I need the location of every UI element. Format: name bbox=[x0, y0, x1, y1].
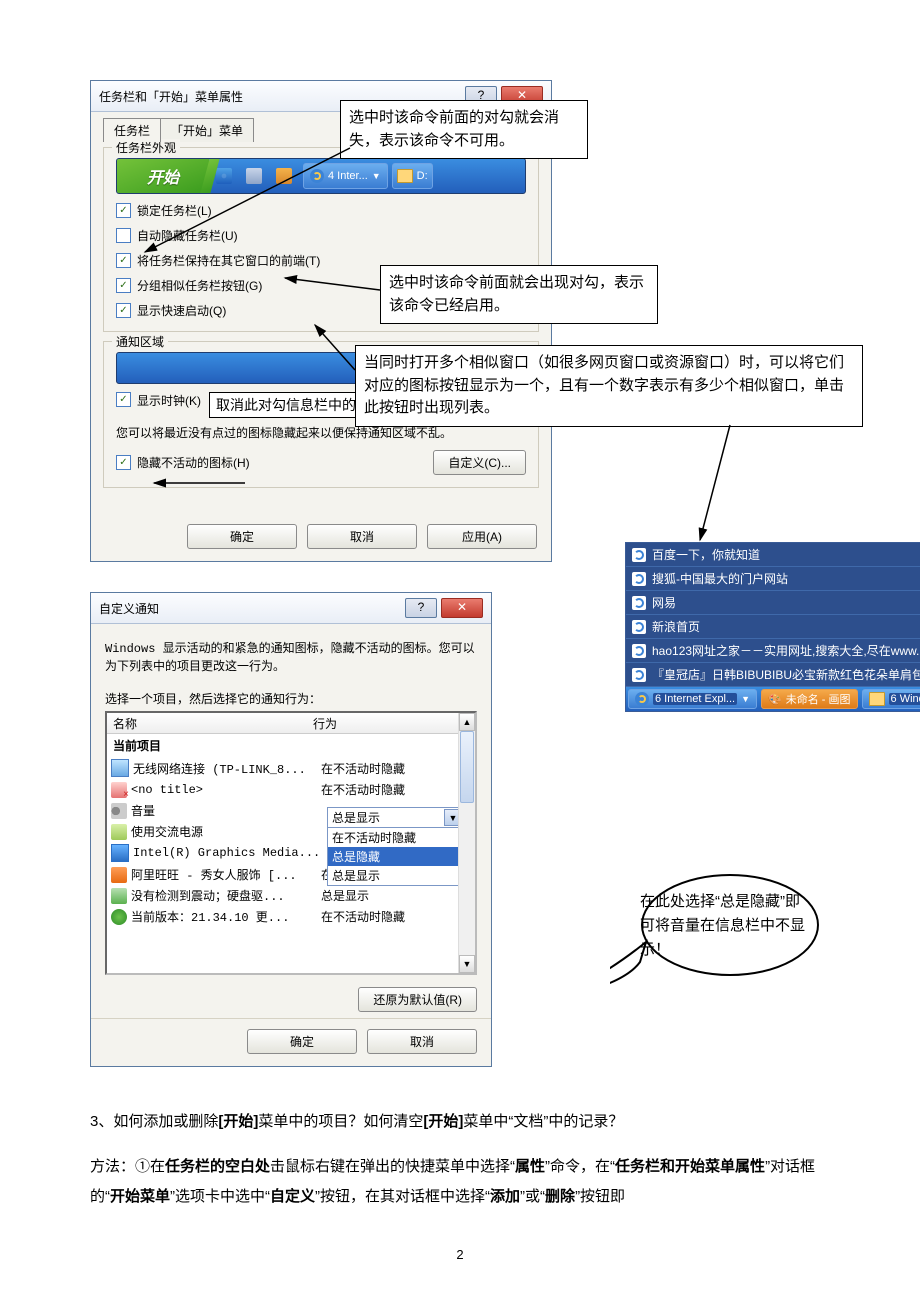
popup-window-item[interactable]: 新浪首页 bbox=[626, 615, 920, 639]
notifications-list: 名称 行为 当前项目 无线网络连接 (TP-LINK_8...在不活动时隐藏<n… bbox=[105, 711, 477, 975]
cancel-button[interactable]: 取消 bbox=[367, 1029, 477, 1054]
checkbox-checked[interactable]: ✓ bbox=[116, 303, 131, 318]
chevron-down-icon: ▼ bbox=[372, 171, 381, 181]
ie-icon bbox=[635, 692, 649, 706]
ic-intel bbox=[111, 844, 129, 862]
body-paragraph: 3、如何添加或删除[开始]菜单中的项目？如何清空[开始]菜单中“文档”中的记录？… bbox=[90, 1107, 830, 1212]
annotation-check: 选中时该命令前面就会出现对勾，表示该命令已经启用。 bbox=[380, 265, 658, 324]
ic-red bbox=[111, 782, 127, 798]
combo-selected: 总是显示 bbox=[332, 809, 380, 826]
dialog-title: 自定义通知 bbox=[99, 600, 159, 617]
ie-icon bbox=[310, 169, 324, 183]
page-icon bbox=[632, 644, 646, 658]
annotation-uncheck: 选中时该命令前面的对勾就会消失，表示该命令不可用。 bbox=[340, 100, 588, 159]
taskbar-preview: 开始 4 Inter... ▼ bbox=[116, 158, 526, 194]
ic-wifi bbox=[111, 759, 129, 777]
group-title: 通知区域 bbox=[112, 333, 168, 350]
ie-icon bbox=[216, 168, 232, 184]
list-item[interactable]: <no title>在不活动时隐藏 bbox=[107, 779, 475, 800]
checkbox-checked[interactable]: ✓ bbox=[116, 455, 131, 470]
taskbar-item-explorer: 6 Wind bbox=[862, 689, 920, 709]
list-item[interactable]: 当前版本：21.34.10 更...在不活动时隐藏 bbox=[107, 906, 475, 927]
bubble-text: 在此处选择“总是隐藏”即可将音量在信息栏中不显示！ bbox=[640, 890, 805, 962]
combo-option[interactable]: 在不活动时隐藏 bbox=[328, 828, 466, 847]
tab-taskbar[interactable]: 任务栏 bbox=[103, 118, 161, 142]
popup-window-item[interactable]: 网易 bbox=[626, 591, 920, 615]
ic-pwr bbox=[111, 824, 127, 840]
checkbox-unchecked[interactable] bbox=[116, 228, 131, 243]
page-icon bbox=[632, 548, 646, 562]
ic-hd bbox=[111, 888, 127, 904]
column-behavior: 行为 bbox=[313, 715, 337, 732]
restore-defaults-button[interactable]: 还原为默认值(R) bbox=[358, 987, 477, 1012]
scrollbar[interactable]: ▲ ▼ bbox=[458, 713, 475, 973]
taskbar-item-paint: 🎨 未命名 - 画图 bbox=[761, 689, 857, 709]
chk-ql-label: 显示快速启动(Q) bbox=[137, 302, 226, 319]
chk-autohide-label: 自动隐藏任务栏(U) bbox=[137, 227, 238, 244]
dialog-title: 任务栏和「开始」菜单属性 bbox=[99, 88, 243, 105]
cancel-button[interactable]: 取消 bbox=[307, 524, 417, 549]
hide-icons-blurb: 您可以将最近没有点过的图标隐藏起来以便保持通知区域不乱。 bbox=[116, 424, 526, 442]
page-icon bbox=[632, 668, 646, 682]
list-section-current: 当前项目 bbox=[107, 734, 475, 757]
checkbox-checked[interactable]: ✓ bbox=[116, 392, 131, 407]
combo-option[interactable]: 总是显示 bbox=[328, 866, 466, 885]
column-name: 名称 bbox=[113, 715, 313, 732]
checkbox-checked[interactable]: ✓ bbox=[116, 203, 131, 218]
scroll-thumb[interactable] bbox=[460, 731, 474, 803]
speech-bubble: 在此处选择“总是隐藏”即可将音量在信息栏中不显示！ bbox=[610, 870, 820, 990]
dialog-titlebar: 自定义通知 ? ✕ bbox=[91, 593, 491, 624]
folder-icon bbox=[869, 692, 885, 706]
ok-button[interactable]: 确定 bbox=[247, 1029, 357, 1054]
chk-lock-label: 锁定任务栏(L) bbox=[137, 202, 212, 219]
page-icon bbox=[632, 596, 646, 610]
list-item[interactable]: 无线网络连接 (TP-LINK_8...在不活动时隐藏 bbox=[107, 757, 475, 779]
show-desktop-icon bbox=[246, 168, 262, 184]
taskbar-segment: 6 Internet Expl...▼ 🎨 未命名 - 画图 6 Wind bbox=[626, 687, 920, 711]
popup-window-item[interactable]: 百度一下，你就知道 bbox=[626, 543, 920, 567]
page-icon bbox=[632, 620, 646, 634]
chk-clock-label: 显示时钟(K) bbox=[137, 392, 201, 409]
list-item[interactable]: 没有检测到震动；硬盘驱...总是显示 bbox=[107, 885, 475, 906]
annotation-group: 当同时打开多个相似窗口（如很多网页窗口或资源窗口）时，可以将它们对应的图标按钮显… bbox=[355, 345, 863, 427]
customize-button[interactable]: 自定义(C)... bbox=[433, 450, 526, 475]
page-icon bbox=[632, 572, 646, 586]
behavior-combo-open[interactable]: 总是显示▼ 在不活动时隐藏总是隐藏总是显示 bbox=[327, 807, 467, 886]
ok-button[interactable]: 确定 bbox=[187, 524, 297, 549]
combo-option[interactable]: 总是隐藏 bbox=[328, 847, 466, 866]
media-player-icon bbox=[276, 168, 292, 184]
page-number: 2 bbox=[0, 1247, 920, 1262]
ic-up bbox=[111, 909, 127, 925]
apply-button[interactable]: 应用(A) bbox=[427, 524, 537, 549]
checkbox-checked[interactable]: ✓ bbox=[116, 278, 131, 293]
popup-window-item[interactable]: 『皇冠店』日韩BIBUBIBU必宝新款红色花朵单肩包6105-BL-淘宝网 bbox=[626, 663, 920, 687]
ic-ww bbox=[111, 867, 127, 883]
start-button: 开始 bbox=[117, 159, 209, 193]
chk-ontop-label: 将任务栏保持在其它窗口的前端(T) bbox=[137, 252, 320, 269]
dialog-prompt: 选择一个项目，然后选择它的通知行为： bbox=[105, 690, 477, 707]
help-button[interactable]: ? bbox=[405, 598, 437, 618]
customize-notifications-dialog: 自定义通知 ? ✕ Windows 显示活动的和紧急的通知图标，隐藏不活动的图标… bbox=[90, 592, 492, 1067]
chk-group-label: 分组相似任务栏按钮(G) bbox=[137, 277, 262, 294]
scroll-up-icon[interactable]: ▲ bbox=[459, 713, 475, 731]
taskbar-item-folder: D: bbox=[392, 163, 433, 189]
scroll-down-icon[interactable]: ▼ bbox=[459, 955, 475, 973]
grouped-windows-popup: 百度一下，你就知道搜狐-中国最大的门户网站网易新浪首页hao123网址之家－－实… bbox=[625, 542, 920, 712]
folder-icon bbox=[397, 169, 413, 183]
popup-window-item[interactable]: 搜狐-中国最大的门户网站 bbox=[626, 567, 920, 591]
checkbox-checked[interactable]: ✓ bbox=[116, 253, 131, 268]
popup-window-item[interactable]: hao123网址之家－－实用网址,搜索大全,尽在www.hao123.com bbox=[626, 639, 920, 663]
ic-vol bbox=[111, 803, 127, 819]
taskbar-group-ie: 4 Inter... ▼ bbox=[303, 163, 388, 189]
dialog-description: Windows 显示活动的和紧急的通知图标，隐藏不活动的图标。您可以为下列表中的… bbox=[105, 640, 477, 676]
close-button[interactable]: ✕ bbox=[441, 598, 483, 618]
taskbar-item-ie: 6 Internet Expl...▼ bbox=[628, 689, 757, 709]
chevron-down-icon: ▼ bbox=[741, 694, 750, 704]
chk-hide-label: 隐藏不活动的图标(H) bbox=[137, 454, 250, 471]
quicklaunch-area bbox=[209, 159, 299, 193]
